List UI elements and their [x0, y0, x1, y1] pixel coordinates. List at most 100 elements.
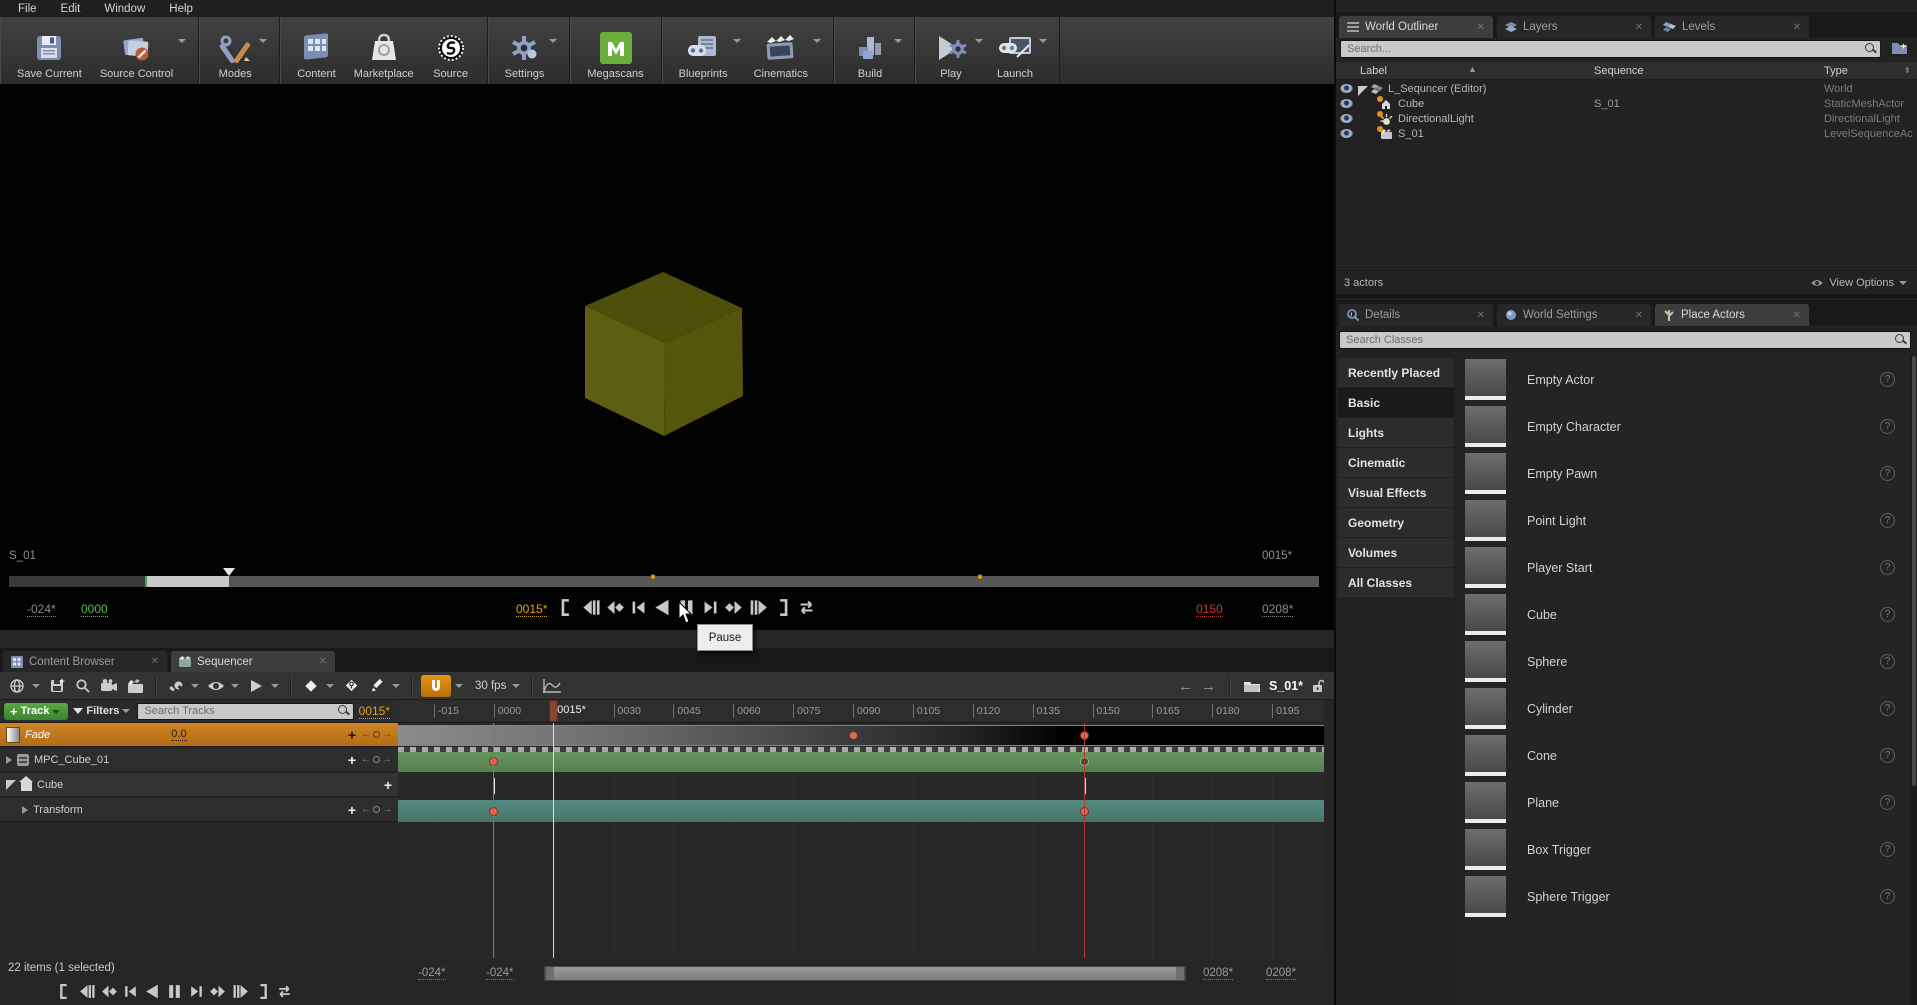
unlock-icon[interactable] [1311, 679, 1324, 693]
tab-layers[interactable]: Layers ✕ [1497, 16, 1651, 38]
playhead-line[interactable] [553, 722, 554, 958]
frame-rate-label[interactable]: 30 fps [475, 680, 506, 692]
tab-details[interactable]: i Details ✕ [1339, 304, 1493, 326]
settings-button[interactable]: Settings [496, 17, 554, 84]
outliner-row[interactable]: CubeS_01StaticMeshActor [1336, 97, 1917, 112]
view-range-start[interactable]: -024* [27, 602, 56, 617]
menu-item[interactable]: Edit [49, 2, 93, 16]
help-icon[interactable]: ? [1880, 419, 1895, 434]
sequencer-timeline[interactable]: -015000000300045006000750090010501200135… [398, 700, 1324, 958]
previous-key-button[interactable] [604, 597, 625, 618]
cinematics-button[interactable]: Cinematics [745, 17, 817, 84]
step-previous-button[interactable] [580, 597, 601, 618]
step-back-button[interactable] [628, 597, 649, 618]
jump-forward-button[interactable] [748, 597, 769, 618]
scrub-keyframe-dot[interactable] [977, 574, 983, 580]
track-row-transform[interactable]: Transform + ←→ [0, 798, 398, 822]
placeable-item[interactable]: Point Light ? [1456, 497, 1909, 544]
keyframe-nav[interactable]: ←→ [361, 804, 392, 815]
add-key-button[interactable]: + [348, 727, 356, 743]
level-viewport[interactable]: S_01 0015* -024* 0000 0015* 0150 0208* P… [0, 84, 1334, 630]
placeable-item[interactable]: Cylinder ? [1456, 685, 1909, 732]
snap-magnet-button[interactable] [421, 675, 451, 697]
loop-button[interactable] [275, 982, 294, 1001]
track-row-fade[interactable]: Fade 0.0 + ←→ [0, 723, 398, 747]
fade-section[interactable] [398, 725, 1324, 746]
help-icon[interactable]: ? [1880, 701, 1895, 716]
tab-sequencer[interactable]: Sequencer ✕ [171, 651, 335, 672]
category-item[interactable]: Basic [1338, 388, 1454, 418]
help-icon[interactable]: ? [1880, 842, 1895, 857]
scrollbar-handle-left[interactable] [546, 967, 554, 980]
cinematic-scrub-bar[interactable] [9, 576, 1319, 587]
actor-label[interactable]: S_01 [1398, 128, 1424, 140]
help-icon[interactable]: ? [1880, 466, 1895, 481]
close-icon[interactable]: ✕ [1467, 310, 1485, 321]
tab-world-outliner[interactable]: World Outliner ✕ [1339, 16, 1493, 38]
edit-marker-icon[interactable] [366, 675, 388, 697]
step-back-button[interactable] [121, 982, 140, 1001]
jump-end-button[interactable] [253, 982, 272, 1001]
close-icon[interactable]: ✕ [141, 656, 159, 667]
outliner-search-input[interactable]: Search... [1340, 40, 1881, 58]
outliner-row[interactable]: DirectionalLightDirectionalLight [1336, 112, 1917, 127]
tab-place-actors[interactable]: Place Actors ✕ [1655, 304, 1809, 326]
column-type[interactable]: Type [1824, 65, 1848, 77]
build-button[interactable]: Build [842, 17, 898, 84]
current-time[interactable]: 0015* [516, 602, 547, 617]
search-tracks-input[interactable]: Search Tracks [137, 703, 353, 720]
next-key-button[interactable] [209, 982, 228, 1001]
placeable-item[interactable]: Cube ? [1456, 591, 1909, 638]
view-range-end[interactable]: 0208* [1262, 602, 1293, 617]
scrollbar-thumb[interactable] [546, 967, 1184, 980]
placeable-item[interactable]: Plane ? [1456, 779, 1909, 826]
working-range-start[interactable]: -024* [418, 967, 446, 980]
forward-arrow-icon[interactable]: → [1201, 678, 1216, 695]
outliner-row[interactable]: S_01LevelSequenceAc [1336, 127, 1917, 142]
previous-key-button[interactable] [99, 982, 118, 1001]
render-movie-icon[interactable] [124, 675, 146, 697]
keyframe-nav[interactable]: ←→ [361, 754, 392, 765]
playback-end-time[interactable]: 0150 [1196, 602, 1223, 617]
help-icon[interactable]: ? [1880, 748, 1895, 763]
jump-forward-button[interactable] [231, 982, 250, 1001]
help-icon[interactable]: ? [1880, 513, 1895, 528]
blueprints-button[interactable]: Blueprints [670, 17, 737, 84]
auto-key-icon[interactable] [340, 675, 362, 697]
marketplace-button[interactable]: Marketplace [345, 17, 423, 84]
placeable-item[interactable]: Sphere ? [1456, 638, 1909, 685]
search-classes-input[interactable]: Search Classes [1339, 331, 1911, 349]
category-item[interactable]: All Classes [1338, 568, 1454, 598]
chevron-down-icon[interactable] [894, 39, 902, 47]
playback-options-icon[interactable] [245, 675, 267, 697]
source-control-button[interactable]: Source Control [91, 17, 182, 84]
close-icon[interactable]: ✕ [309, 656, 327, 667]
placeable-item[interactable]: Cone ? [1456, 732, 1909, 779]
column-sequence[interactable]: Sequence [1594, 65, 1644, 77]
playback-start-time[interactable]: 0000 [81, 602, 108, 617]
playhead-marker[interactable]: 0015* [549, 700, 558, 722]
placeable-item[interactable]: Box Trigger ? [1456, 826, 1909, 873]
source-button[interactable]: Source [423, 17, 479, 84]
actor-label[interactable]: DirectionalLight [1398, 113, 1474, 125]
step-previous-button[interactable] [77, 982, 96, 1001]
chevron-down-icon[interactable] [549, 39, 557, 47]
category-item[interactable]: Lights [1338, 418, 1454, 448]
scrollbar-handle-right[interactable] [1176, 967, 1184, 980]
search-icon[interactable] [72, 675, 94, 697]
help-icon[interactable]: ? [1880, 654, 1895, 669]
jump-front-button[interactable] [556, 597, 577, 618]
back-arrow-icon[interactable]: ← [1178, 678, 1193, 695]
chevron-down-icon[interactable] [813, 39, 821, 47]
tab-levels[interactable]: Levels ✕ [1655, 16, 1809, 38]
keyframe[interactable] [849, 731, 858, 740]
sequence-name[interactable]: S_01* [1269, 679, 1303, 693]
close-icon[interactable]: ✕ [1625, 22, 1643, 33]
chevron-down-icon[interactable] [975, 39, 983, 47]
jump-end-button[interactable] [772, 597, 793, 618]
view-options-button[interactable]: View Options [1810, 277, 1907, 289]
save-current-button[interactable]: Save Current [8, 17, 91, 84]
visibility-eye-icon[interactable] [1340, 114, 1353, 126]
menu-item[interactable]: Window [92, 2, 157, 16]
visibility-eye-icon[interactable] [1340, 84, 1353, 96]
